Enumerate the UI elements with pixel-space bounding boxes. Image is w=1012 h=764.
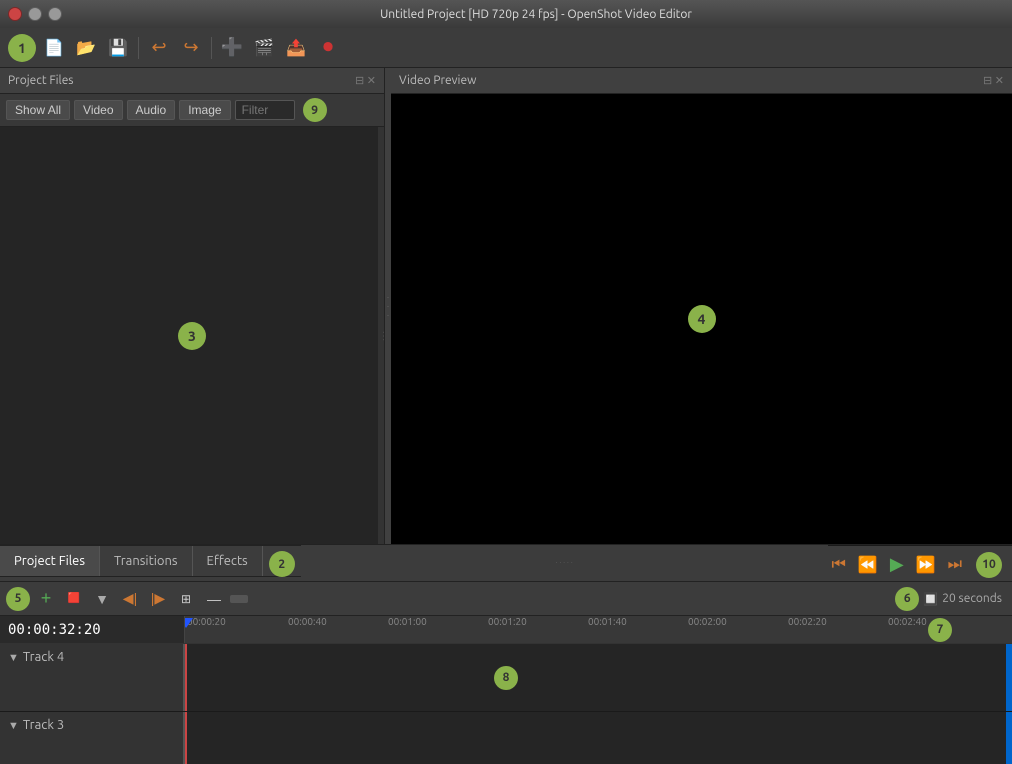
maximize-button[interactable] (48, 7, 62, 21)
track-4-name: Track 4 (23, 650, 64, 664)
add-clip-button[interactable]: ➕ (218, 34, 246, 62)
filter-image[interactable]: Image (179, 100, 230, 120)
project-files-content: · · · 3 (0, 127, 384, 544)
minimize-button[interactable] (28, 7, 42, 21)
timecode-display: 00:00:32:20 (0, 616, 185, 643)
fast-forward-button[interactable]: ⏩ (912, 553, 940, 577)
table-row: ▼ Track 4 8 (0, 644, 1012, 712)
toolbar-separator-2 (211, 37, 212, 59)
track-4-content[interactable] (185, 644, 1006, 711)
rewind-button[interactable]: ⏪ (854, 553, 882, 577)
annotation-4: 4 (688, 305, 716, 333)
project-files-title: Project Files (8, 74, 74, 87)
annotation-1: 1 (8, 34, 36, 62)
track-3-collapse-icon[interactable]: ▼ (8, 720, 19, 732)
ruler-mark-1: 00:00:40 (288, 616, 327, 627)
export-button[interactable]: 📤 (282, 34, 310, 62)
redo-button[interactable]: ↪ (177, 34, 205, 62)
close-button[interactable] (8, 7, 22, 21)
titlebar: Untitled Project [HD 720p 24 fps] - Open… (0, 0, 1012, 28)
timeline-tracks: ▼ Track 4 8 ▼ Track 3 (0, 644, 1012, 764)
project-files-header: Project Files ⊟ ✕ (0, 68, 384, 94)
ruler-mark-3: 00:01:20 (488, 616, 527, 627)
toolbar-separator-1 (138, 37, 139, 59)
ruler-playhead-area (185, 616, 187, 643)
track-3-playhead (185, 712, 187, 764)
timeline-toolbar: 5 + 🟥 ▼ ◀| |▶ ⊞ — 6 🔲 20 seconds (0, 582, 1012, 616)
tab-transitions[interactable]: Transitions (100, 546, 193, 576)
snap-button[interactable]: ⊞ (174, 587, 198, 611)
filter-video[interactable]: Video (74, 100, 122, 120)
ruler-mark-5: 00:02:00 (688, 616, 727, 627)
zoom-area: 🔲 20 seconds (923, 592, 1002, 606)
panel-controls: ⊟ ✕ (355, 74, 376, 87)
video-preview-area: 4 (391, 94, 1012, 544)
filter-down-button[interactable]: ▼ (90, 587, 114, 611)
main-toolbar: 1 📄 📂 💾 ↩ ↪ ➕ 🎬 📤 ⏺ (0, 28, 1012, 68)
save-button[interactable]: 💾 (104, 34, 132, 62)
zoom-bar-button[interactable] (230, 595, 248, 603)
open-button[interactable]: 📂 (72, 34, 100, 62)
resize-dots: · · · · · (556, 559, 573, 567)
skip-back-button[interactable]: ⏮ (828, 554, 850, 576)
ruler-mark-4: 00:01:40 (588, 616, 627, 627)
zoom-icon: 🔲 (923, 592, 938, 606)
track-3-label: ▼ Track 3 (0, 712, 185, 764)
filter-audio[interactable]: Audio (127, 100, 176, 120)
filter-show-all[interactable]: Show All (6, 100, 70, 120)
annotation-3: 3 (178, 322, 206, 350)
right-panel: Video Preview ⊟ ✕ 4 (391, 68, 1012, 544)
fullscreen-button[interactable]: 🎬 (250, 34, 278, 62)
lower-section: Project Files Transitions Effects 2 · · … (0, 544, 1012, 764)
ruler-ticks (185, 639, 1012, 643)
remove-clip-button[interactable]: 🟥 (62, 587, 86, 611)
track-4-right-border (1006, 644, 1012, 711)
annotation-6: 6 (895, 587, 919, 611)
track-4-collapse-icon[interactable]: ▼ (8, 652, 19, 664)
window-title: Untitled Project [HD 720p 24 fps] - Open… (68, 8, 1004, 21)
annotation-2: 2 (269, 551, 295, 577)
video-preview-header: Video Preview ⊟ ✕ (391, 68, 1012, 94)
annotation-10: 10 (976, 552, 1002, 578)
play-button[interactable]: ▶ (886, 552, 908, 577)
track-3-name: Track 3 (23, 718, 64, 732)
ruler-mark-2: 00:01:00 (388, 616, 427, 627)
undo-button[interactable]: ↩ (145, 34, 173, 62)
transport-controls: ⏮ ⏪ ▶ ⏩ ⏭ 10 (828, 545, 1012, 583)
ruler-mark-7: 00:02:40 (888, 616, 927, 627)
video-preview-title: Video Preview (399, 74, 476, 87)
track-3-right-border (1006, 712, 1012, 764)
skip-forward-button[interactable]: ⏭ (944, 554, 966, 576)
table-row: ▼ Track 3 (0, 712, 1012, 764)
tab-project-files[interactable]: Project Files (0, 546, 100, 576)
timeline-ruler: 00:00:32:20 00:00:20 00:00:40 00:01:00 0… (0, 616, 1012, 644)
track-4-label: ▼ Track 4 (0, 644, 185, 711)
main-area: Project Files ⊟ ✕ Show All Video Audio I… (0, 68, 1012, 544)
ruler-marks-container: 00:00:20 00:00:40 00:01:00 00:01:20 00:0… (185, 616, 1012, 643)
resize-handle-horizontal[interactable]: · · · (378, 127, 384, 544)
track-3-content[interactable] (185, 712, 1006, 764)
left-panel: Project Files ⊟ ✕ Show All Video Audio I… (0, 68, 385, 544)
add-track-button[interactable]: + (34, 587, 58, 611)
track-4-playhead (185, 644, 187, 711)
zoom-label: 20 seconds (942, 592, 1002, 605)
record-button[interactable]: ⏺ (314, 34, 342, 62)
zoom-minus-button[interactable]: — (202, 587, 226, 611)
jump-end-button[interactable]: |▶ (146, 587, 170, 611)
ruler-mark-6: 00:02:20 (788, 616, 827, 627)
panel-controls-right: ⊟ ✕ (983, 74, 1004, 87)
annotation-5: 5 (6, 587, 30, 611)
jump-start-button[interactable]: ◀| (118, 587, 142, 611)
filter-input[interactable] (235, 100, 295, 120)
annotation-9: 9 (303, 98, 327, 122)
filter-bar: Show All Video Audio Image 9 (0, 94, 384, 127)
bottom-tabs: Project Files Transitions Effects 2 (0, 545, 301, 577)
tab-effects[interactable]: Effects (193, 546, 263, 576)
new-button[interactable]: 📄 (40, 34, 68, 62)
